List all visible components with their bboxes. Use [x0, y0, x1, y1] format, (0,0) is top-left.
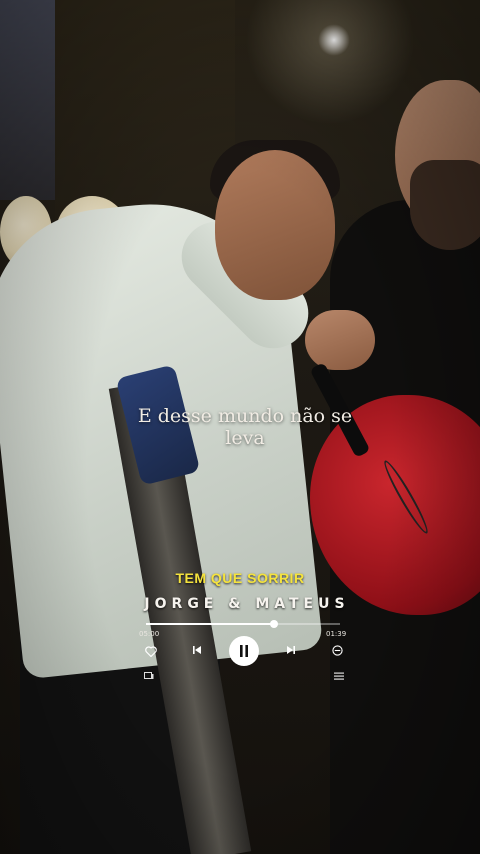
total-duration: 01:39 — [326, 630, 347, 638]
devices-icon — [144, 672, 154, 679]
queue-button[interactable] — [333, 671, 345, 681]
skip-previous-icon — [193, 646, 201, 654]
progress-handle[interactable] — [270, 620, 279, 628]
like-button[interactable] — [143, 643, 159, 659]
skip-next-icon — [287, 646, 295, 654]
progress-fill — [146, 623, 275, 625]
progress-bar[interactable] — [146, 620, 340, 628]
queue-icon — [334, 672, 344, 680]
heart-icon — [145, 645, 157, 657]
lyrics-line-1: E desse mundo não se — [137, 405, 353, 427]
remove-button[interactable] — [330, 643, 344, 657]
lyrics-text: E desse mundo não se leva — [130, 405, 360, 449]
devices-button[interactable] — [143, 671, 155, 681]
play-pause-button[interactable] — [229, 636, 259, 666]
minus-circle-icon — [331, 644, 343, 656]
next-button[interactable] — [284, 643, 298, 657]
lyrics-line-2: leva — [225, 427, 265, 449]
elapsed-time: 05:00 — [139, 630, 160, 638]
previous-button[interactable] — [190, 643, 204, 657]
song-title: TEM QUE SORRIR — [175, 570, 305, 586]
artist-name: JORGE & MATEUS — [144, 596, 350, 612]
pause-icon — [240, 645, 248, 657]
